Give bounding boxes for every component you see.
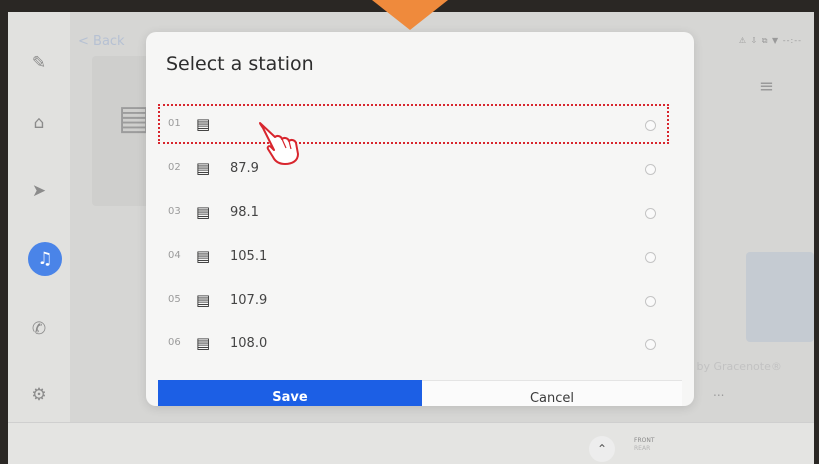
annotation-arrow-icon [372, 0, 448, 30]
station-radio-button[interactable] [645, 252, 656, 263]
station-radio-button[interactable] [645, 296, 656, 307]
gear-icon[interactable]: ⚙ [26, 382, 52, 408]
station-row-03[interactable]: 03 ▤ 98.1 [160, 194, 670, 234]
rear-label: REAR [634, 445, 651, 452]
station-row-06[interactable]: 06 ▤ 108.0 [160, 325, 670, 365]
wrench-icon[interactable]: ✎ [26, 50, 52, 76]
status-bar: ⚠ ⇩ ⧉ ▼ --:-- [738, 36, 802, 45]
station-frequency: 98.1 [230, 205, 259, 220]
navigation-icon[interactable]: ➤ [26, 178, 52, 204]
radio-icon: ▤ [196, 203, 211, 221]
more-options-icon[interactable]: ... [713, 385, 724, 399]
station-number: 06 [168, 337, 181, 348]
station-row-02[interactable]: 02 ▤ 87.9 [160, 150, 670, 190]
station-frequency: 107.9 [230, 293, 268, 308]
front-rear-toggle[interactable]: FRONT REAR [634, 437, 655, 453]
station-radio-button[interactable] [645, 208, 656, 219]
left-rail: ✎ ⌂ ➤ ♫ ✆ ⚙ [8, 12, 70, 464]
station-frequency: 87.9 [230, 161, 259, 176]
dialog-title: Select a station [166, 53, 314, 75]
back-link[interactable]: < Back [78, 34, 125, 49]
station-number: 02 [168, 162, 181, 173]
station-row-05[interactable]: 05 ▤ 107.9 [160, 282, 670, 322]
dialog-footer: Save Cancel [158, 380, 682, 406]
station-frequency: 108.0 [230, 336, 268, 351]
music-icon[interactable]: ♫ [28, 242, 62, 276]
station-number: 03 [168, 206, 181, 217]
hand-pointer-icon [259, 122, 299, 165]
bottom-bar [8, 422, 814, 464]
background-right-card [746, 252, 814, 342]
station-frequency: 105.1 [230, 249, 268, 264]
station-radio-button[interactable] [645, 339, 656, 350]
cancel-button[interactable]: Cancel [422, 380, 682, 406]
queue-list-icon[interactable]: ≡ [759, 76, 774, 97]
home-icon[interactable]: ⌂ [26, 110, 52, 136]
infotainment-screen: ✎ ⌂ ➤ ♫ ✆ ⚙ < Back ▤ ⚠ ⇩ ⧉ ▼ --:-- ≡ d b… [8, 12, 814, 464]
front-label: FRONT [634, 437, 655, 444]
station-radio-button[interactable] [645, 164, 656, 175]
station-row-04[interactable]: 04 ▤ 105.1 [160, 238, 670, 278]
station-number: 04 [168, 250, 181, 261]
radio-icon: ▤ [196, 334, 211, 352]
radio-icon: ▤ [196, 159, 211, 177]
phone-icon[interactable]: ✆ [26, 316, 52, 342]
highlight-annotation [158, 104, 669, 144]
save-button[interactable]: Save [158, 380, 422, 406]
radio-icon: ▤ [196, 247, 211, 265]
chevron-up-icon[interactable]: ⌃ [589, 436, 615, 462]
gracenote-attribution: d by Gracenote® [686, 360, 782, 373]
select-station-dialog: Select a station 01 ▤ 02 ▤ 87.9 03 ▤ 98.… [146, 32, 694, 406]
radio-icon: ▤ [196, 291, 211, 309]
station-number: 05 [168, 294, 181, 305]
